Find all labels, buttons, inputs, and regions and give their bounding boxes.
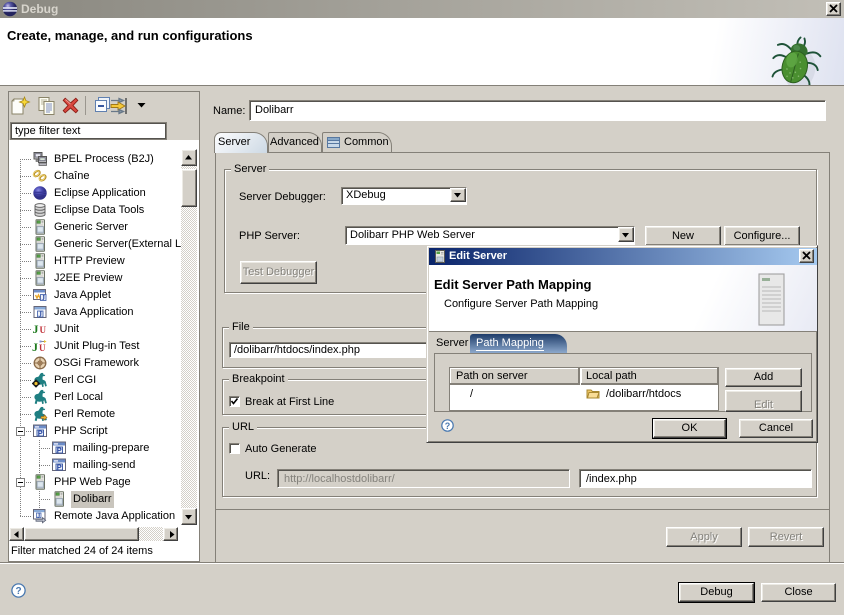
svg-text:?: ? <box>15 586 21 597</box>
svg-text:?: ? <box>445 421 451 431</box>
